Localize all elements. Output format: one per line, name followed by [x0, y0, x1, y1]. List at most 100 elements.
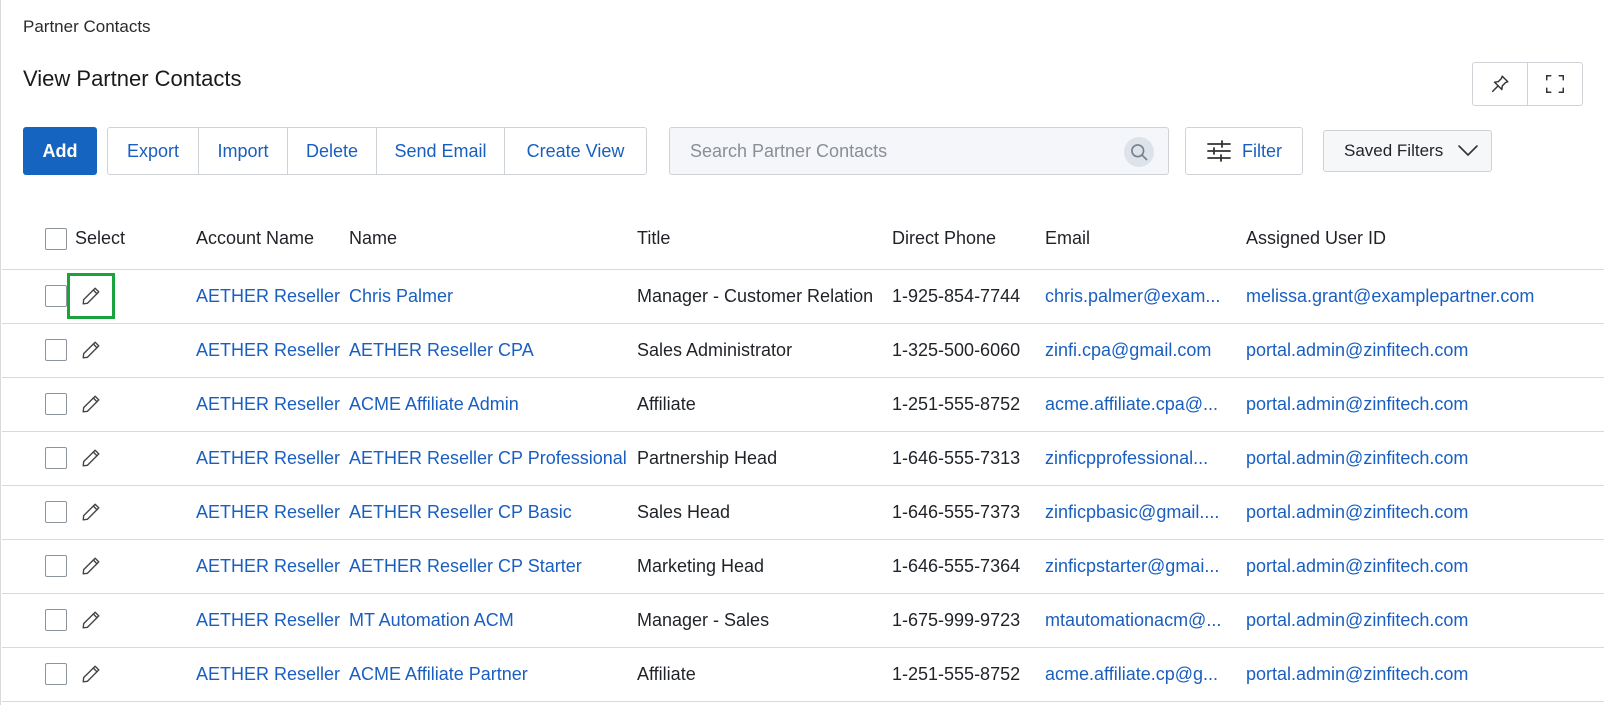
contact-name-link[interactable]: ACME Affiliate Partner: [349, 647, 637, 701]
account-name-link[interactable]: AETHER Reseller: [196, 647, 349, 701]
edit-button[interactable]: [67, 543, 115, 589]
send-email-button[interactable]: Send Email: [376, 128, 504, 174]
export-button[interactable]: Export: [108, 128, 198, 174]
table-row: AETHER Reseller MT Automation ACM Manager …: [2, 593, 1604, 647]
row-select-cell: [2, 377, 196, 431]
assigned-user-link[interactable]: portal.admin@zinfitech.com: [1246, 593, 1604, 647]
action-button-group: Export Import Delete Send Email Create V…: [107, 127, 647, 175]
email-link[interactable]: zinficpstarter@gmai...: [1045, 539, 1246, 593]
title-cell: Sales Head: [637, 501, 731, 522]
column-header-title[interactable]: Title: [637, 209, 892, 270]
import-button[interactable]: Import: [198, 128, 287, 174]
table-row: AETHER Reseller ACME Affiliate Partner Aff…: [2, 647, 1604, 701]
account-name-link[interactable]: AETHER Reseller: [196, 539, 349, 593]
direct-phone-cell: 1-646-555-7373: [892, 501, 1021, 522]
title-cell: Manager - Customer Relation: [637, 285, 874, 306]
row-checkbox[interactable]: [45, 501, 67, 523]
assigned-user-link[interactable]: melissa.grant@examplepartner.com: [1246, 269, 1604, 323]
pencil-icon: [82, 449, 100, 467]
pin-button[interactable]: [1473, 63, 1527, 105]
email-link[interactable]: mtautomationacm@...: [1045, 593, 1246, 647]
edit-button[interactable]: [67, 651, 115, 697]
account-name-link[interactable]: AETHER Reseller: [196, 485, 349, 539]
column-header-name[interactable]: Name: [349, 209, 637, 270]
assigned-user-link[interactable]: portal.admin@zinfitech.com: [1246, 431, 1604, 485]
row-checkbox[interactable]: [45, 555, 67, 577]
title-cell: Manager - Sales: [637, 609, 770, 630]
table-row: AETHER Reseller Chris Palmer Manager - Cus…: [2, 269, 1604, 323]
email-link[interactable]: acme.affiliate.cpa@...: [1045, 377, 1246, 431]
assigned-user-link[interactable]: portal.admin@zinfitech.com: [1246, 539, 1604, 593]
fullscreen-button[interactable]: [1527, 63, 1582, 105]
partner-contacts-page: Partner Contacts View Partner Contacts A…: [0, 0, 1604, 705]
contact-name-link[interactable]: Chris Palmer: [349, 269, 637, 323]
direct-phone-cell: 1-646-555-7313: [892, 447, 1021, 468]
email-link[interactable]: zinficpbasic@gmail....: [1045, 485, 1246, 539]
row-checkbox[interactable]: [45, 663, 67, 685]
contact-name-link[interactable]: AETHER Reseller CP Professional: [349, 431, 637, 485]
saved-filters-label: Saved Filters: [1344, 141, 1444, 160]
table-row: AETHER Reseller AETHER Reseller CP Basic S…: [2, 485, 1604, 539]
column-header-email[interactable]: Email: [1045, 209, 1246, 270]
edit-button[interactable]: [67, 435, 115, 481]
assigned-user-link[interactable]: portal.admin@zinfitech.com: [1246, 323, 1604, 377]
account-name-link[interactable]: AETHER Reseller: [196, 593, 349, 647]
contact-name-link[interactable]: AETHER Reseller CP Basic: [349, 485, 637, 539]
title-cell: Affiliate: [637, 393, 696, 414]
table-row: AETHER Reseller AETHER Reseller CP Profes…: [2, 431, 1604, 485]
column-header-direct-phone[interactable]: Direct Phone: [892, 209, 1045, 270]
contact-name-link[interactable]: AETHER Reseller CP Starter: [349, 539, 637, 593]
column-header-account-name[interactable]: Account Name: [196, 209, 349, 270]
delete-button[interactable]: Delete: [287, 128, 376, 174]
column-header-assigned-user-id[interactable]: Assigned User ID: [1246, 209, 1604, 270]
assigned-user-link[interactable]: portal.admin@zinfitech.com: [1246, 485, 1604, 539]
search-input[interactable]: [670, 140, 1110, 162]
filter-label: Filter: [1242, 140, 1282, 161]
account-name-link[interactable]: AETHER Reseller: [196, 269, 349, 323]
email-link[interactable]: zinficpprofessional...: [1045, 431, 1246, 485]
contact-name-link[interactable]: AETHER Reseller CPA: [349, 323, 637, 377]
breadcrumb: Partner Contacts: [23, 17, 151, 36]
saved-filters-dropdown[interactable]: Saved Filters: [1323, 130, 1492, 172]
create-view-button[interactable]: Create View: [504, 128, 646, 174]
contact-name-link[interactable]: ACME Affiliate Admin: [349, 377, 637, 431]
edit-button[interactable]: [67, 327, 115, 373]
table-row: AETHER Reseller ACME Affiliate Admin Affil…: [2, 377, 1604, 431]
row-select-cell: [2, 593, 196, 647]
direct-phone-cell: 1-925-854-7744: [892, 285, 1021, 306]
row-checkbox[interactable]: [45, 339, 67, 361]
title-cell: Partnership Head: [637, 447, 778, 468]
row-checkbox[interactable]: [45, 609, 67, 631]
search-icon: [1131, 144, 1148, 161]
account-name-link[interactable]: AETHER Reseller: [196, 377, 349, 431]
row-select-cell: [2, 647, 196, 701]
email-link[interactable]: zinfi.cpa@gmail.com: [1045, 323, 1246, 377]
account-name-link[interactable]: AETHER Reseller: [196, 323, 349, 377]
partner-contacts-table: Select Account Name Name Title Direct Ph…: [2, 209, 1604, 702]
pencil-icon: [82, 341, 100, 359]
search-button[interactable]: [1124, 137, 1154, 167]
fullscreen-icon: [1546, 75, 1564, 93]
assigned-user-link[interactable]: portal.admin@zinfitech.com: [1246, 377, 1604, 431]
title-cell: Marketing Head: [637, 555, 765, 576]
row-select-cell: [2, 431, 196, 485]
edit-button[interactable]: [67, 273, 115, 319]
pencil-icon: [82, 557, 100, 575]
account-name-link[interactable]: AETHER Reseller: [196, 431, 349, 485]
assigned-user-link[interactable]: portal.admin@zinfitech.com: [1246, 647, 1604, 701]
row-checkbox[interactable]: [45, 285, 67, 307]
edit-button[interactable]: [67, 597, 115, 643]
select-all-checkbox[interactable]: [45, 227, 67, 250]
filter-button[interactable]: Filter: [1185, 127, 1303, 175]
edit-button[interactable]: [67, 489, 115, 535]
add-button[interactable]: Add: [23, 127, 97, 175]
row-checkbox[interactable]: [45, 447, 67, 469]
direct-phone-cell: 1-325-500-6060: [892, 339, 1021, 360]
email-link[interactable]: chris.palmer@exam...: [1045, 269, 1246, 323]
contact-name-link[interactable]: MT Automation ACM: [349, 593, 637, 647]
pencil-icon: [82, 287, 100, 305]
row-checkbox[interactable]: [45, 393, 67, 415]
edit-button[interactable]: [67, 381, 115, 427]
direct-phone-cell: 1-251-555-8752: [892, 393, 1021, 414]
email-link[interactable]: acme.affiliate.cp@g...: [1045, 647, 1246, 701]
